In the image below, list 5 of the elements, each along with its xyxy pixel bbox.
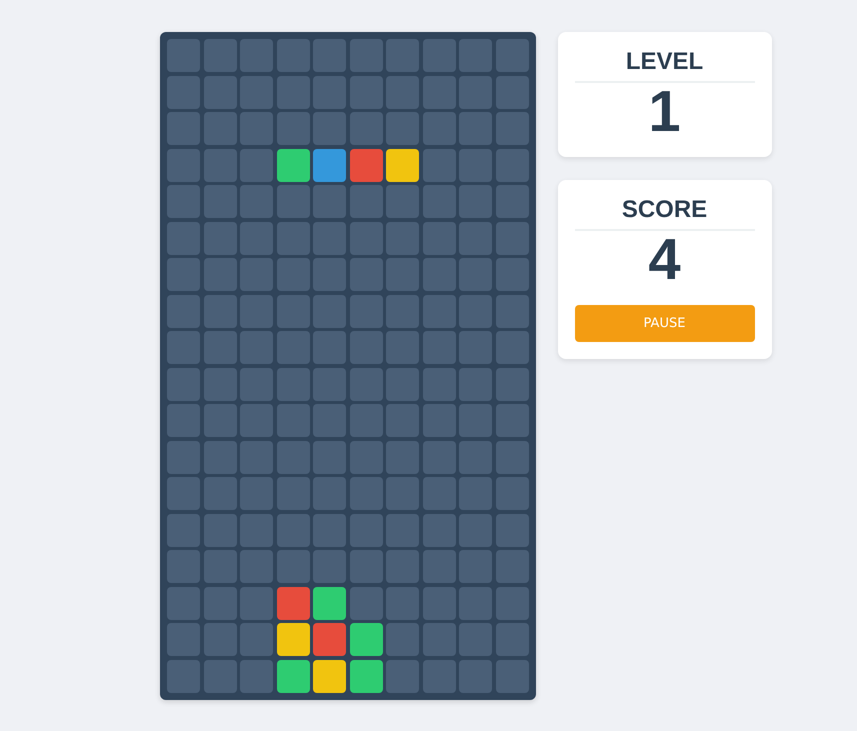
- stat-value: 1: [647, 83, 682, 141]
- stat-label: LEVEL: [624, 48, 704, 76]
- stat-label: SCORE: [620, 196, 708, 224]
- pause-button[interactable]: PAUSE: [574, 305, 754, 342]
- stat-value: 4: [647, 231, 682, 289]
